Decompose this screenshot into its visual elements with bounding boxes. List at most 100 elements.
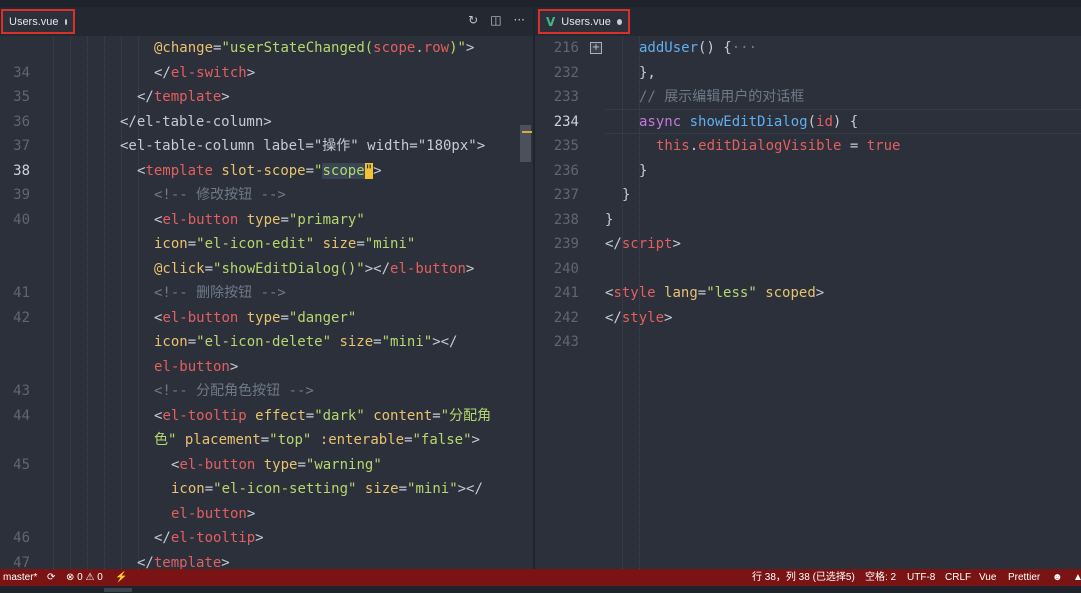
bolt-icon[interactable]: ⚡ [115, 569, 127, 586]
code-line[interactable]: 232}, [535, 61, 1081, 86]
right-code-area[interactable]: 216 + addUser() {··· 232}, 233// 展示编辑用户的对话框 2… [535, 36, 1081, 569]
feedback-smiley-icon[interactable]: ☻ [1052, 569, 1063, 586]
code-line[interactable]: 234 async showEditDialog(id) { [535, 110, 1081, 135]
code-line[interactable]: icon="el-icon-setting" size="mini"></ [0, 477, 533, 502]
code-line[interactable]: 216 + addUser() {··· [535, 36, 1081, 61]
code-token: "false" [412, 432, 472, 448]
line-number: 235 [553, 138, 579, 154]
code-line[interactable]: icon="el-icon-delete" size="mini"></ [0, 330, 533, 355]
code-token: = [841, 138, 867, 154]
code-line[interactable]: 46 </el-tooltip> [0, 526, 533, 551]
code-line[interactable]: 241 <style lang="less" scoped> [535, 281, 1081, 306]
unsaved-dot-icon[interactable] [616, 18, 622, 25]
line-ending[interactable]: CRLF [945, 569, 971, 586]
code-token: el-button [171, 505, 247, 522]
expand-fold-icon[interactable]: + [590, 42, 602, 54]
code-line[interactable]: 45 <el-button type="warning" [0, 453, 533, 478]
notification-bell-icon[interactable]: ▲ [1073, 569, 1081, 586]
code-text: 色" placement="top" :enterable="false"> [154, 428, 480, 453]
formatter-status[interactable]: Prettier [1008, 569, 1040, 586]
code-token: true [866, 138, 901, 154]
code-line[interactable]: 39 <!-- 修改按钮 --> [0, 183, 533, 208]
code-line[interactable]: 色" placement="top" :enterable="false"> [0, 428, 533, 453]
code-line[interactable]: 43 <!-- 分配角色按钮 --> [0, 379, 533, 404]
code-line[interactable]: 38 <template slot-scope="scope"> [0, 159, 533, 184]
code-line[interactable]: icon="el-icon-edit" size="mini" [0, 232, 533, 257]
code-token: . [415, 40, 424, 56]
code-token: = [373, 334, 382, 350]
file-encoding[interactable]: UTF-8 [907, 569, 935, 586]
code-line[interactable]: @change="userStateChanged(scope.row)"> [0, 36, 533, 61]
left-editor-pane[interactable]: Users.vue ↻ ◫ ··· @change="userStateChan… [0, 7, 533, 569]
git-branch[interactable]: master* [3, 569, 37, 586]
split-editor-icon[interactable]: ◫ [490, 13, 501, 27]
code-line[interactable]: 42 <el-button type="danger" [0, 306, 533, 331]
indentation-spaces[interactable]: 空格: 2 [865, 569, 896, 586]
code-token: <el-table-column label="操作" width="180px… [120, 138, 486, 154]
code-token: scoped [765, 285, 816, 301]
code-line[interactable]: 37 <el-table-column label="操作" width="180… [0, 134, 533, 159]
code-line[interactable]: @click="showEditDialog()"></el-button> [0, 257, 533, 282]
code-line[interactable]: 233 // 展示编辑用户的对话框 [535, 85, 1081, 110]
code-token: "mini" [407, 481, 458, 497]
code-line[interactable]: el-button> [0, 502, 533, 527]
code-line[interactable]: 242 </style> [535, 306, 1081, 331]
code-token: }, [639, 64, 656, 81]
code-line[interactable]: 41 <!-- 删除按钮 --> [0, 281, 533, 306]
left-code-area[interactable]: @change="userStateChanged(scope.row)"> 34… [0, 36, 533, 569]
code-text: <el-button type="warning" [171, 453, 382, 478]
code-token: style [621, 309, 665, 326]
code-token: effect [255, 407, 306, 424]
code-token: editDialogVisible [698, 138, 842, 154]
line-number: 238 [553, 211, 579, 228]
code-line[interactable]: 240 [535, 257, 1081, 282]
code-text: <style lang="less" scoped> [605, 281, 824, 306]
code-line[interactable]: 36 </el-table-column> [0, 110, 533, 135]
line-number: 37 [13, 138, 30, 154]
code-token: script [621, 236, 673, 252]
code-token: () { [698, 40, 732, 56]
sync-icon[interactable]: ⟳ [47, 569, 55, 586]
code-text: </el-table-column> [120, 110, 272, 135]
open-changes-icon[interactable]: ↻ [468, 13, 478, 27]
more-actions-icon[interactable]: ··· [514, 13, 525, 27]
code-token: "dark" [314, 407, 365, 424]
code-token: ></ [364, 260, 391, 277]
code-token: @change [154, 40, 214, 56]
code-line[interactable]: 235 this.editDialogVisible = true [535, 134, 1081, 159]
code-token: el-tooltip [162, 407, 247, 424]
code-text: </el-switch> [154, 61, 255, 86]
code-token: icon [154, 334, 188, 350]
code-token: type [246, 309, 281, 326]
code-token: scope [322, 162, 365, 179]
code-line[interactable]: 239 </script> [535, 232, 1081, 257]
vue-file-icon: V [546, 14, 556, 29]
horizontal-scrollbar-thumb[interactable] [104, 588, 132, 592]
code-line[interactable]: 237} [535, 183, 1081, 208]
code-line[interactable]: 243 [535, 330, 1081, 355]
right-editor-pane[interactable]: V Users.vue 216 + addUser() {··· 232}, 233//… [535, 7, 1081, 569]
code-line[interactable]: el-button> [0, 355, 533, 380]
code-token: type [263, 456, 298, 473]
code-line[interactable]: 238} [535, 208, 1081, 233]
line-number: 35 [13, 89, 30, 105]
unsaved-dot-icon[interactable] [64, 18, 67, 25]
tab-users-vue-left[interactable]: Users.vue [1, 9, 75, 34]
code-token: = [204, 481, 214, 497]
code-line[interactable]: 34 </el-switch> [0, 61, 533, 86]
panel-strip [0, 586, 1081, 593]
code-token: placement [184, 432, 261, 448]
code-line[interactable]: 40 <el-button type="primary" [0, 208, 533, 233]
code-text: <el-table-column label="操作" width="180px… [120, 134, 485, 159]
tab-users-vue-right[interactable]: V Users.vue [538, 9, 630, 34]
code-text: @click="showEditDialog()"></el-button> [154, 257, 474, 282]
code-line[interactable]: 236} [535, 159, 1081, 184]
code-line[interactable]: 44 <el-tooltip effect="dark" content="分配角 [0, 404, 533, 429]
language-mode[interactable]: Vue [979, 569, 996, 586]
code-line[interactable]: 35 </template> [0, 85, 533, 110]
code-line[interactable]: 47 </template> [0, 551, 533, 570]
cursor-position[interactable]: 行 38，列 38 (已选择5) [752, 569, 855, 586]
code-token: > [229, 358, 239, 375]
problems-count[interactable]: ⊗ 0 ⚠ 0 [66, 569, 103, 586]
code-token: > [246, 505, 256, 522]
